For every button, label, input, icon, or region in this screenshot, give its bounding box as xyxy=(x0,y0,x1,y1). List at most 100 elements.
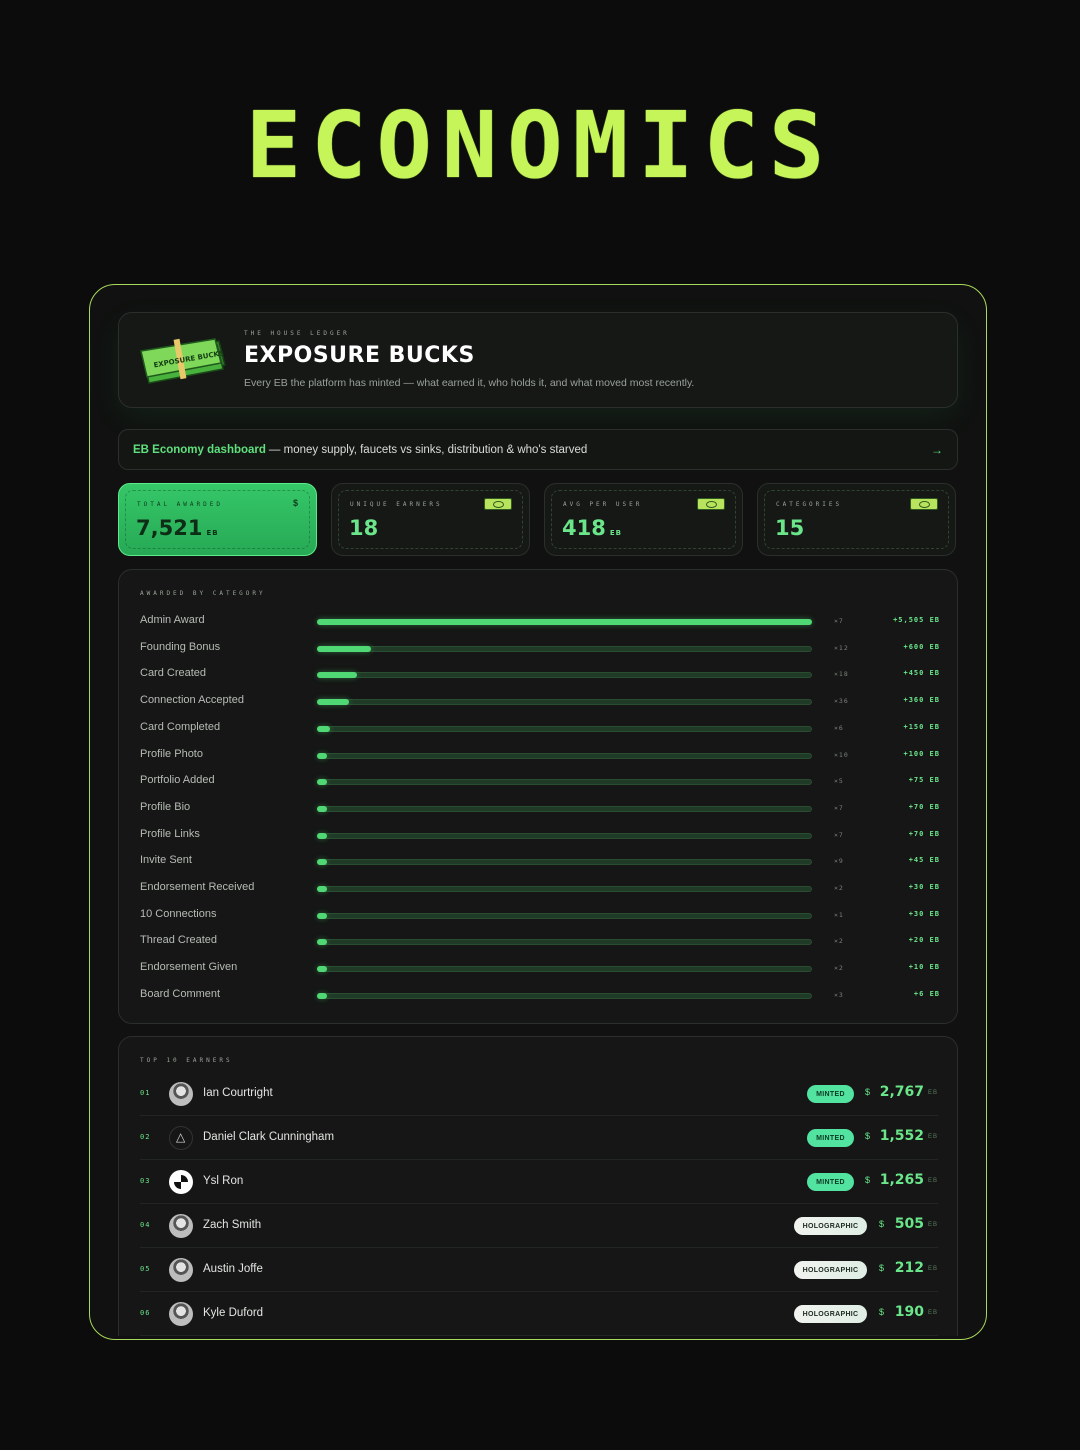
earner-name[interactable]: Kyle Duford xyxy=(203,1307,263,1319)
category-amount: +70 EB xyxy=(908,802,940,811)
category-row: Thread Created ×2 +20 EB xyxy=(140,931,940,951)
earner-rank: 03 xyxy=(140,1177,151,1185)
category-bar xyxy=(317,645,371,652)
ledger-eyebrow: THE HOUSE LEDGER xyxy=(244,330,350,337)
category-row: Profile Photo ×10 +100 EB xyxy=(140,745,940,765)
category-bar-track xyxy=(317,725,812,732)
stat-label: UNIQUE EARNERS xyxy=(350,501,443,508)
category-row: Profile Bio ×7 +70 EB xyxy=(140,798,940,818)
category-bar-track xyxy=(317,886,812,892)
category-bar xyxy=(317,805,327,812)
category-name: Admin Award xyxy=(140,614,205,626)
category-bar xyxy=(317,779,327,786)
category-amount: +45 EB xyxy=(908,856,940,865)
earner-name[interactable]: Daniel Clark Cunningham xyxy=(203,1131,334,1143)
avatar[interactable] xyxy=(169,1082,193,1106)
avatar[interactable] xyxy=(169,1258,193,1282)
category-bar xyxy=(317,886,327,892)
category-name: 10 Connections xyxy=(140,907,217,920)
earner-amount: 505 xyxy=(894,1216,924,1232)
ledger-subtitle: Every EB the platform has minted — what … xyxy=(244,377,695,389)
category-amount: +10 EB xyxy=(908,963,940,972)
earner-unit: EB xyxy=(927,1310,938,1316)
ledger-title: EXPOSURE BUCKS xyxy=(244,343,475,368)
link-description: — money supply, faucets vs sinks, distri… xyxy=(268,443,588,456)
stat-unique-earners: UNIQUE EARNERS 18 xyxy=(331,483,530,556)
category-bar xyxy=(317,699,350,706)
earner-row[interactable]: 03 Ysl Ron MINTED $1,265 EB xyxy=(140,1160,938,1204)
category-amount: +100 EB xyxy=(903,749,940,758)
category-count: ×9 xyxy=(834,857,844,866)
arrow-right-icon: → xyxy=(931,442,943,457)
category-section-label: AWARDED BY CATEGORY xyxy=(140,590,266,597)
stat-label: AVG PER USER xyxy=(563,501,643,508)
category-bar-track xyxy=(317,859,812,866)
category-count: ×18 xyxy=(834,670,849,679)
category-bar xyxy=(317,752,327,759)
earner-rank: 06 xyxy=(140,1309,151,1317)
dollar-icon: $ xyxy=(292,498,298,508)
stat-avg-per-user: AVG PER USER 418 EB xyxy=(544,483,743,556)
earner-amount: 1,265 xyxy=(879,1172,924,1188)
category-bar xyxy=(317,939,327,946)
earner-row[interactable]: 06 Kyle Duford HOLOGRAPHIC $190 EB xyxy=(140,1292,938,1336)
category-name: Board Comment xyxy=(140,987,221,1000)
earner-row[interactable]: 04 Zach Smith HOLOGRAPHIC $505 EB xyxy=(140,1204,938,1248)
category-row: Portfolio Added ×5 +75 EB xyxy=(140,771,940,791)
earner-name[interactable]: Austin Joffe xyxy=(203,1263,263,1275)
avatar[interactable] xyxy=(169,1214,193,1238)
category-name: Invite Sent xyxy=(140,854,192,867)
category-amount: +600 EB xyxy=(903,642,940,651)
tier-badge: MINTED xyxy=(807,1085,854,1103)
money-stack-icon: EXPOSURE BUCKS xyxy=(140,338,226,384)
awarded-by-category-chart: AWARDED BY CATEGORY Admin Award ×7 +5,505 … xyxy=(118,569,958,1024)
economy-dashboard-link[interactable]: EB Economy dashboard — money supply, fau… xyxy=(118,429,958,470)
earner-row[interactable]: 02 Daniel Clark Cunningham MINTED $1,552EB xyxy=(140,1116,938,1160)
earner-row[interactable]: 05 Austin Joffe HOLOGRAPHIC $212 EB xyxy=(140,1248,938,1292)
category-amount: +5,505 EB xyxy=(893,616,940,624)
earner-rank: 01 xyxy=(140,1089,151,1097)
category-row: Founding Bonus ×12 +600 EB xyxy=(140,638,940,658)
category-bar-track xyxy=(317,832,812,839)
category-bar-track xyxy=(317,966,812,973)
earner-name[interactable]: Zach Smith xyxy=(203,1219,261,1231)
category-bar-track xyxy=(317,752,812,759)
stat-value: 15 xyxy=(775,516,805,540)
category-bar-track xyxy=(317,672,812,679)
stat-total-awarded: TOTAL AWARDED $ 7,521 EB xyxy=(118,483,317,556)
category-bar-track xyxy=(317,619,812,625)
category-count: ×2 xyxy=(834,884,844,892)
earner-name[interactable]: Ian Courtright xyxy=(203,1087,273,1099)
banknote-icon xyxy=(484,498,512,510)
earner-rank: 04 xyxy=(140,1221,151,1229)
dollar-icon: $ xyxy=(864,1087,870,1097)
category-name: Connection Accepted xyxy=(140,694,244,707)
earner-amount: 212 xyxy=(894,1260,924,1276)
category-bar xyxy=(317,725,331,732)
category-row: Endorsement Given ×2 +10 EB xyxy=(140,958,940,978)
stat-categories: CATEGORIES 15 xyxy=(757,483,956,556)
earner-unit: EB xyxy=(927,1178,938,1184)
category-amount: +450 EB xyxy=(903,669,940,678)
category-bar xyxy=(317,832,327,839)
avatar[interactable] xyxy=(169,1126,193,1150)
earner-rank: 05 xyxy=(140,1265,151,1273)
earner-name[interactable]: Ysl Ron xyxy=(203,1175,243,1187)
earner-row[interactable]: 01 Ian Courtright MINTED $2,767 EB xyxy=(140,1072,938,1116)
dollar-icon: $ xyxy=(864,1175,870,1185)
avatar[interactable] xyxy=(169,1302,193,1326)
tier-badge: HOLOGRAPHIC xyxy=(794,1305,867,1323)
category-amount: +20 EB xyxy=(908,936,940,945)
category-bar xyxy=(317,966,327,973)
earners-section-label: TOP 10 EARNERS xyxy=(140,1057,233,1064)
category-row: Card Created ×18 +450 EB xyxy=(140,664,940,684)
category-bar xyxy=(317,859,327,866)
category-count: ×6 xyxy=(834,723,844,732)
dollar-icon: $ xyxy=(864,1131,870,1141)
stat-label: TOTAL AWARDED xyxy=(137,501,223,508)
category-row: 10 Connections ×1 +30 EB xyxy=(140,905,940,925)
avatar[interactable] xyxy=(169,1170,193,1194)
category-bar-track xyxy=(317,912,812,919)
category-name: Profile Links xyxy=(140,827,200,840)
tier-badge: MINTED xyxy=(807,1129,854,1147)
